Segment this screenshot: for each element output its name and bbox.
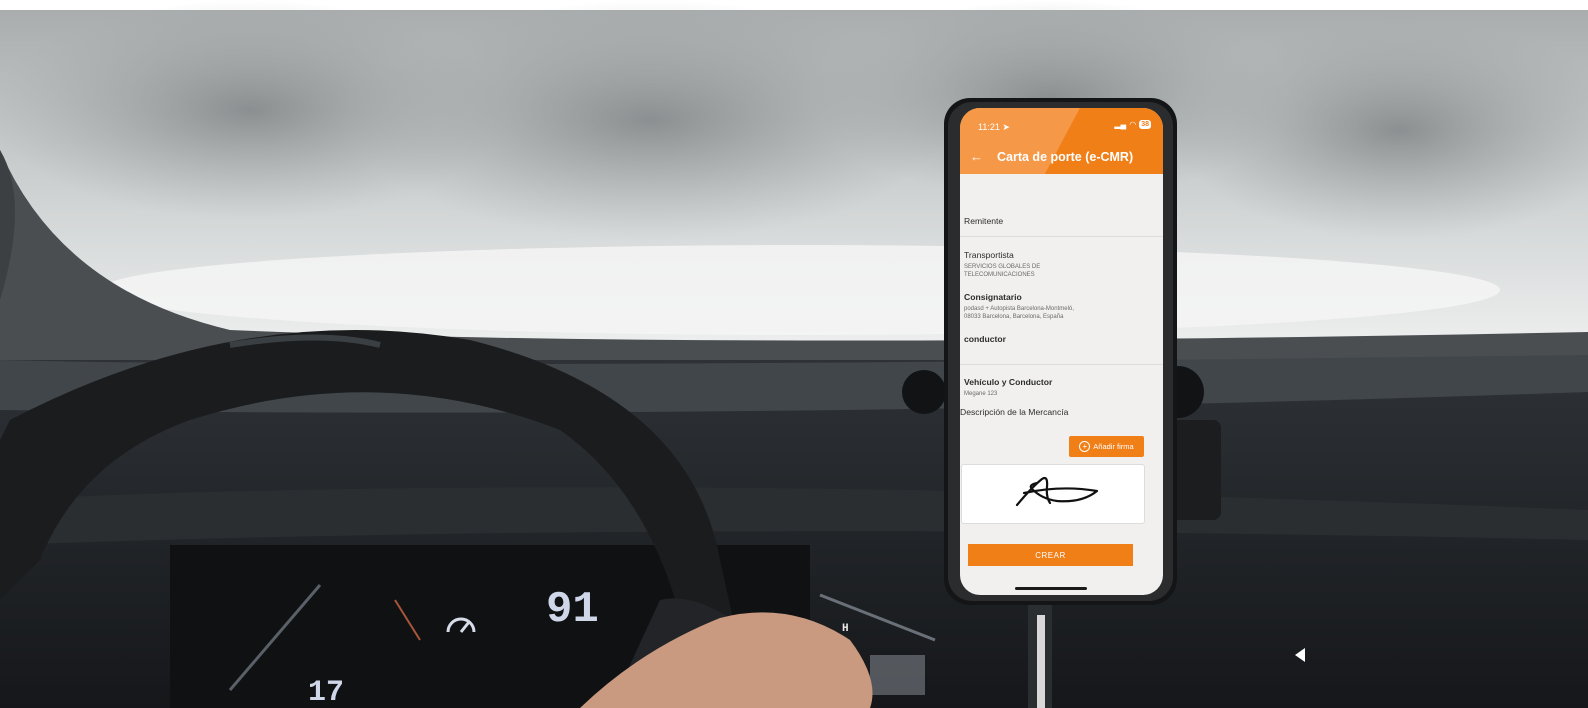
status-icons: ▂▄ ◠ 38 — [1114, 120, 1151, 129]
phone-screen: 11:21 ➤ ▂▄ ◠ 38 ← Carta de porte (e-CMR)… — [960, 108, 1163, 595]
add-signature-label: Añadir firma — [1093, 442, 1134, 451]
home-indicator — [1015, 587, 1087, 590]
transportista-line-2: TELECOMUNICACIONES — [964, 272, 1035, 278]
speed-readout: 91 — [546, 585, 599, 635]
vehiculo-value: Megane 123 — [964, 391, 998, 397]
transportista-line-1: SERVICIOS GLOBALES DE — [964, 264, 1041, 270]
remitente-label[interactable]: Remitente — [964, 216, 1003, 226]
gear-indicator: H — [842, 623, 849, 635]
plus-circle-icon: + — [1079, 441, 1091, 452]
signature-pad[interactable] — [961, 464, 1145, 524]
consignatario-label[interactable]: Consignatario — [964, 292, 1022, 302]
speedometer-icon — [446, 617, 476, 633]
signature-drawing — [1015, 476, 1099, 507]
back-arrow-icon[interactable]: ← — [970, 150, 983, 164]
vehiculo-label[interactable]: Vehículo y Conductor — [964, 377, 1052, 387]
create-button[interactable]: CREAR — [968, 544, 1133, 566]
consignatario-line-2: 08033 Barcelona, Barcelona, España — [964, 314, 1064, 320]
signal-icon: ▂▄ — [1114, 120, 1127, 129]
consignatario-line-1: podasd + Autopista Barcelona-Montmeló, — [964, 306, 1074, 312]
lower-readout: 17 — [308, 676, 345, 708]
add-signature-button[interactable]: + Añadir firma — [1069, 436, 1144, 457]
car-interior-photo: 91 17 H 11:21 ➤ ▂▄ ◠ 38 ← Carta de porte… — [0, 0, 1588, 708]
transportista-label[interactable]: Transportista — [964, 250, 1014, 260]
wifi-icon: ◠ — [1129, 120, 1137, 129]
status-time: 11:21 ➤ — [978, 122, 1010, 132]
app-bar: 11:21 ➤ ▂▄ ◠ 38 ← Carta de porte (e-CMR) — [960, 108, 1163, 174]
conductor-label[interactable]: conductor — [964, 334, 1006, 344]
divider — [960, 364, 1163, 365]
location-icon: ➤ — [1002, 122, 1010, 132]
screen-title: Carta de porte (e-CMR) — [997, 150, 1134, 164]
divider — [960, 236, 1163, 237]
battery-icon: 38 — [1139, 120, 1151, 129]
backdrop-illustration — [0, 0, 1588, 708]
mercancia-label[interactable]: Descripción de la Mercancía — [960, 407, 1068, 417]
